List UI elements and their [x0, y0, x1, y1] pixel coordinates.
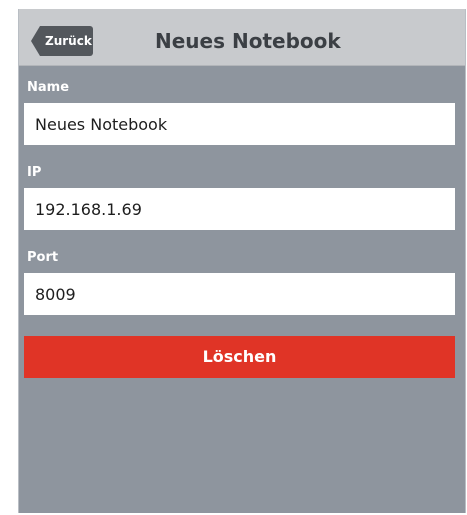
back-button[interactable]: Zurück — [31, 26, 93, 56]
name-field[interactable] — [24, 103, 455, 145]
navigation-bar: Zurück Neues Notebook — [19, 9, 465, 66]
name-label: Name — [27, 80, 70, 95]
port-field[interactable] — [24, 273, 455, 315]
delete-button[interactable]: Löschen — [24, 336, 455, 378]
page-title: Neues Notebook — [155, 29, 341, 53]
app-screen: Zurück Neues Notebook Name IP Port Lösch… — [18, 9, 466, 513]
ip-field[interactable] — [24, 188, 455, 230]
ip-label: IP — [27, 165, 42, 180]
port-label: Port — [27, 250, 59, 265]
